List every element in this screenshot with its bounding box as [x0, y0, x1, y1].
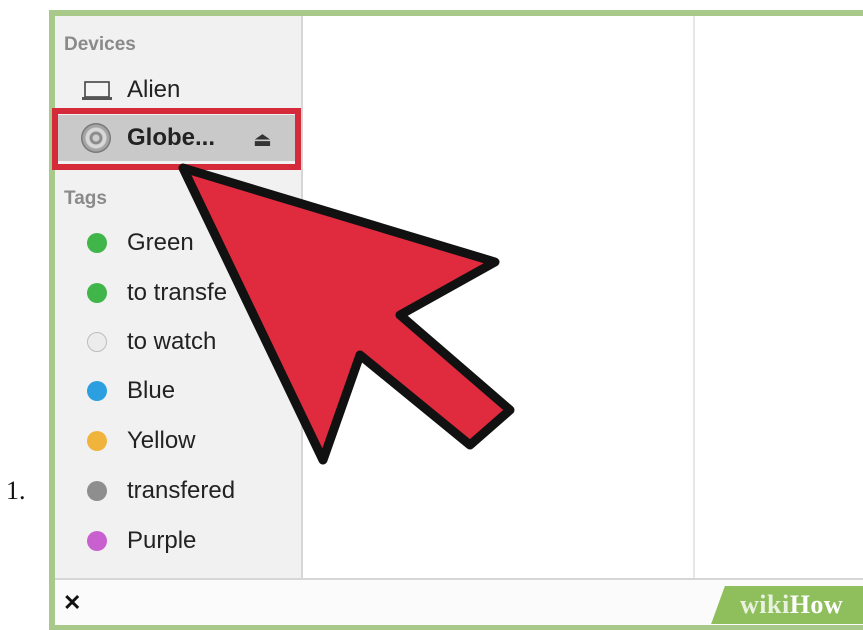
pointer-arrow-icon	[178, 163, 515, 465]
